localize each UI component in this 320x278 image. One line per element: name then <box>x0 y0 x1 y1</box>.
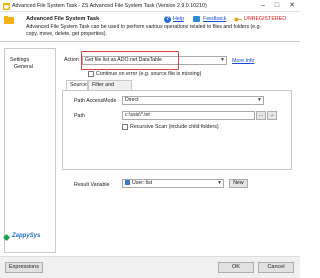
feedback-link[interactable]: Feedback <box>203 16 226 22</box>
variable-icon <box>125 180 130 186</box>
close-icon[interactable]: ✕ <box>285 0 299 12</box>
browse-button[interactable]: ... <box>256 111 266 120</box>
minimize-icon[interactable]: – <box>256 0 270 12</box>
window-title: Advanced File System Task - ZS Advanced … <box>12 2 207 9</box>
zappysys-logo: ZappySys <box>12 233 41 239</box>
key-icon <box>234 17 242 22</box>
nav-item-general[interactable]: General <box>14 64 33 70</box>
path-access-mode-dropdown[interactable]: Direct ▼ <box>122 96 264 105</box>
result-variable-label: Result Variable <box>74 182 110 188</box>
chevron-down-icon: ▼ <box>220 57 225 63</box>
recursive-scan-checkbox[interactable] <box>122 124 128 130</box>
path-label: Path <box>74 113 85 119</box>
task-title: Advanced File System Task <box>26 16 100 22</box>
result-variable-value: User::list <box>132 180 153 186</box>
feedback-icon[interactable] <box>193 16 200 22</box>
folder-icon <box>4 16 14 24</box>
chevron-down-icon: ▼ <box>257 97 262 103</box>
continue-on-error-checkbox[interactable] <box>88 71 94 77</box>
tab-filter-and-sorting[interactable]: Filter and Sorting <box>88 80 132 97</box>
navigation-panel <box>4 48 56 253</box>
expressions-button[interactable]: Expressions <box>5 262 43 273</box>
ok-button[interactable]: OK <box>218 262 254 273</box>
path-input[interactable]: c:\ssis\*.txt <box>122 111 255 120</box>
unregistered-link[interactable]: UNREGISTERED <box>244 16 286 22</box>
app-icon <box>3 2 10 10</box>
nav-item-settings[interactable]: Settings <box>10 57 29 63</box>
chevron-down-icon: ▼ <box>217 180 222 186</box>
new-variable-button[interactable]: New <box>229 179 248 188</box>
path-access-mode-label: Path AccessMode <box>74 98 117 104</box>
task-description: Advanced File System Task can be used to… <box>26 24 261 37</box>
help-link[interactable]: Help <box>173 16 184 22</box>
arrow-right-icon: → <box>269 112 275 118</box>
result-variable-dropdown[interactable]: User::list ▼ <box>122 179 224 188</box>
more-info-link[interactable]: More Info <box>232 58 254 64</box>
action-label: Action <box>64 57 79 63</box>
continue-on-error-label: Continue on error (e.g. source file is m… <box>96 71 202 77</box>
path-options-button[interactable]: → <box>267 111 277 120</box>
action-highlight <box>81 51 179 70</box>
maximize-icon[interactable]: □ <box>270 0 284 12</box>
help-icon[interactable]: ? <box>164 16 171 23</box>
footer-bar <box>0 256 300 278</box>
path-access-mode-value: Direct <box>125 97 139 103</box>
recursive-scan-label: Recursive Scan (include child folders) <box>130 124 219 130</box>
cancel-button[interactable]: Cancel <box>258 262 294 273</box>
